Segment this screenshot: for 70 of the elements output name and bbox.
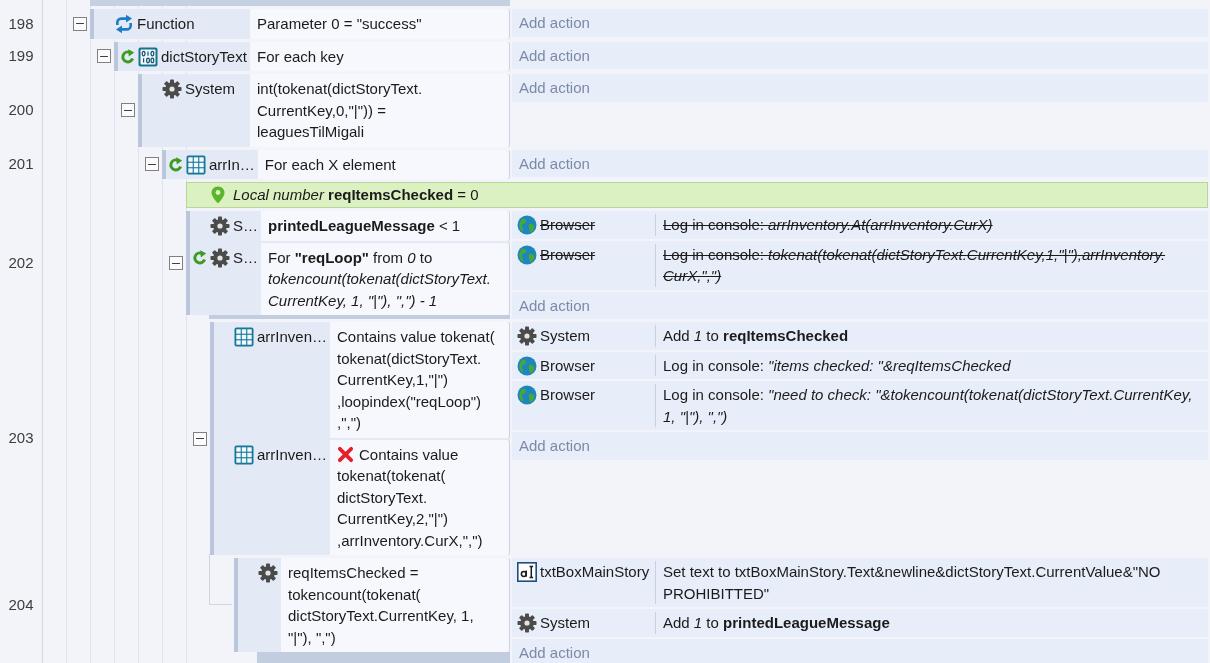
variable-row[interactable]: Local number reqItemsChecked = 0 — [186, 182, 1208, 208]
condition-text[interactable]: For each key — [250, 41, 510, 71]
action-text: Add 1 to printedLeagueMessage — [662, 613, 891, 633]
grid-icon — [234, 327, 254, 347]
collapse-toggle[interactable] — [121, 103, 135, 118]
action-text: Log in console: arrInventory.At(arrInventory.CurX) — [662, 215, 994, 235]
gear-icon — [210, 247, 230, 268]
cross-icon — [337, 445, 355, 463]
collapse-toggle[interactable] — [193, 431, 207, 446]
condition-text[interactable]: Contains value tokenat(tokenat(dictStoryText.CurrentKey,1,"|"),loopindex("reqLoop"),",") — [330, 322, 510, 438]
variable-text: Local number reqItemsChecked = 0 — [233, 184, 479, 205]
binary-digits-icon — [138, 46, 158, 67]
action-text: Add 1 to reqItemsChecked — [662, 326, 850, 346]
line-number: 203 — [8, 428, 34, 449]
object-name: dictStoryText — [161, 46, 247, 67]
line-number: 198 — [8, 13, 34, 34]
condition-text[interactable]: reqItemsChecked = tokencount(tokenat(dictStoryText.CurrentKey, 1, "|"), ",") — [281, 558, 510, 652]
condition-text[interactable]: For each X element — [257, 149, 510, 179]
collapse-toggle[interactable] — [97, 49, 111, 64]
object-name: arrInven… — [257, 444, 328, 465]
object-name: Browser — [540, 215, 595, 235]
condition-text[interactable]: Contains value tokenat(tokenat(dictStoryText.CurrentKey,2,"|"),arrInventory.CurX,",") — [330, 439, 510, 555]
line-number: 199 — [8, 46, 34, 66]
object-name: S… — [233, 216, 258, 236]
line-number: 202 — [8, 252, 34, 273]
action-text: Log in console: "need to check: "&tokencount(tokenat(dictStoryText.CurrentKey, 1, "|"), ",") — [662, 385, 1194, 427]
collapse-toggle[interactable] — [169, 256, 183, 270]
condition-text[interactable]: int(tokenat(dictStoryText.CurrentKey,0,"|")) = leaguesTilMigali — [250, 74, 510, 147]
action-row[interactable]: txtBoxMainStory Set text to txtBoxMainStory.Text&newline&dictStoryText.CurrentValue&"NO PROHIBITTED" — [512, 558, 1208, 607]
sync-arrows-icon — [114, 14, 134, 34]
collapse-toggle[interactable] — [73, 16, 87, 31]
action-row[interactable]: Browser Log in console: "items checked: "&reqItemsChecked — [512, 351, 1208, 379]
line-number: 204 — [8, 594, 34, 615]
object-name: Browser — [540, 355, 595, 376]
line-number: 201 — [8, 154, 34, 174]
action-row[interactable]: System Add 1 to reqItemsChecked — [512, 322, 1208, 350]
object-name: System — [540, 613, 590, 633]
object-name: Function — [137, 14, 195, 34]
object-name: arrInven… — [257, 327, 328, 347]
line-number: 200 — [8, 100, 34, 120]
object-name: Browser — [540, 385, 595, 405]
gear-icon — [517, 613, 537, 633]
object-name: System — [540, 326, 590, 346]
text-box-icon — [517, 562, 537, 582]
action-text: Log in console: tokenat(tokenat(dictStoryText.CurrentKey,1,"|"),arrInventory.CurX,",") — [662, 244, 1167, 286]
object-name: arrIn… — [209, 154, 255, 175]
action-text: Set text to txtBoxMainStory.Text&newline&dictStoryText.CurrentValue&"NO PROHIBITTED" — [662, 562, 1162, 604]
condition-text[interactable]: For "reqLoop" from 0 to tokencount(tokenat(dictStoryText.CurrentKey, 1, "|"), ",") - 1 — [261, 242, 510, 315]
globe-icon — [517, 355, 537, 376]
object-name: Browser — [540, 244, 595, 265]
gear-icon — [517, 326, 537, 346]
collapse-toggle[interactable] — [145, 157, 159, 172]
condition-text[interactable]: printedLeagueMessage < 1 — [261, 211, 510, 241]
gear-icon — [162, 79, 182, 99]
object-name: System — [185, 79, 235, 99]
globe-icon — [517, 244, 537, 265]
object-name: txtBoxMainStory — [540, 562, 650, 582]
grid-icon — [186, 154, 206, 175]
action-text: Log in console: "items checked: "&reqItemsChecked — [662, 355, 1012, 376]
condition-text[interactable]: Parameter 0 = "success" — [250, 9, 510, 39]
grid-icon — [234, 444, 254, 465]
action-row[interactable]: Browser Log in console: "need to check: "&tokencount(tokenat(dictStoryText.CurrentKey, 1, "|"), ",") — [512, 381, 1208, 430]
location-pin-icon — [211, 186, 225, 204]
globe-icon — [517, 385, 537, 405]
gear-icon — [258, 563, 278, 583]
globe-icon — [517, 215, 537, 235]
object-name: S… — [233, 247, 258, 268]
action-row[interactable]: System Add 1 to printedLeagueMessage — [512, 609, 1208, 637]
gear-icon — [210, 216, 230, 236]
tree-connector-line — [209, 554, 232, 605]
